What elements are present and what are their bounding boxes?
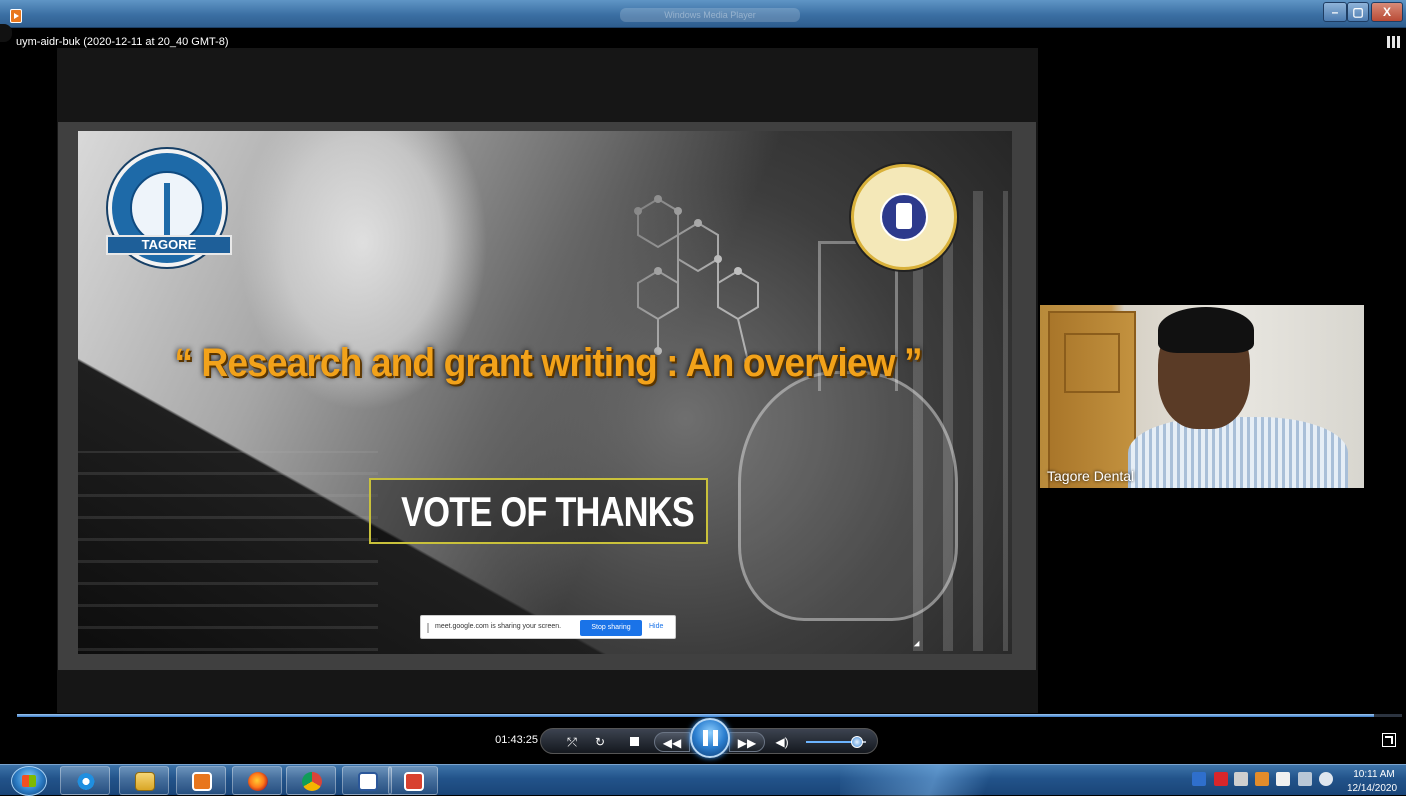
share-notice-text: meet.google.com is sharing your screen. [435,623,562,630]
stop-sharing-button[interactable]: Stop sharing [580,620,642,636]
file-explorer-icon[interactable] [119,766,169,795]
logo-left-band: TAGORE [106,235,232,255]
mute-button[interactable]: ◀) [771,732,793,752]
titlebar-edge-shadow [0,24,12,42]
pdf-reader-icon[interactable] [388,766,438,795]
participant-video-tile[interactable]: Tagore Dental [1040,305,1364,488]
firefox-icon[interactable] [232,766,282,795]
caduceus-emblem [130,171,204,245]
network-icon[interactable] [1298,772,1312,786]
chrome-icon[interactable] [286,766,336,795]
system-tray [1180,772,1340,790]
volume-fill [806,741,857,743]
microscope-emblem [880,193,928,241]
slide-subtitle: VOTE OF THANKS [401,488,695,535]
network-tool-icon[interactable] [1255,772,1269,786]
media-player-icon[interactable] [176,766,226,795]
hide-notice-button[interactable]: Hide [649,623,663,630]
language-bar-icon[interactable] [1192,772,1206,786]
taskbar-glare [840,765,1050,796]
clock-date[interactable]: 12/14/2020 [1340,783,1404,794]
input-method-icon[interactable] [1234,772,1248,786]
association-logo [851,164,957,270]
slide-title: “ Research and grant writing : An overvi… [174,341,922,385]
tagore-college-logo: TAGORE [106,149,232,267]
shuffle-button[interactable]: ⤱ [561,732,583,752]
pause-icon-right [713,730,718,746]
taskbar: 10:11 AM 12/14/2020 [0,764,1406,796]
participant-shirt [1128,417,1348,488]
action-center-flag-icon[interactable] [1276,772,1290,786]
media-player-app-icon [10,9,22,23]
pause-icon-left [703,730,708,746]
internet-explorer-icon[interactable] [60,766,110,795]
time-code: 01:43:25 [495,734,538,746]
fullscreen-icon[interactable] [1382,733,1396,747]
repeat-button[interactable]: ↻ [589,732,611,752]
next-button[interactable]: ▶▶ [729,732,765,752]
word-icon[interactable] [342,766,392,795]
participant-hair [1158,307,1254,353]
maximize-button[interactable]: ▢ [1347,2,1369,22]
window-title: Windows Media Player [620,8,800,22]
stop-icon [630,737,639,746]
switch-to-library-icon[interactable] [1387,36,1401,48]
volume-slider[interactable] [806,736,866,748]
presentation-slide: TAGORE “ Research and grant writing : An… [78,131,1012,654]
volume-icon[interactable] [1319,772,1333,786]
clock-time[interactable]: 10:11 AM [1344,769,1404,780]
seek-bar[interactable] [17,713,1402,717]
volume-knob[interactable] [851,736,863,748]
media-title: uym-aidr-buk (2020-12-11 at 20_40 GMT-8) [16,36,229,48]
window-titlebar[interactable]: Windows Media Player – ▢ X [0,0,1406,28]
vote-of-thanks-box: VOTE OF THANKS [369,478,708,544]
screen-share-notice: meet.google.com is sharing your screen. … [420,615,676,639]
drag-handle-icon[interactable] [427,623,429,633]
seek-bar-fill [17,714,1375,717]
shelf-rows-image [78,451,378,651]
door-background [1048,311,1136,488]
quick-heal-icon[interactable] [1214,772,1228,786]
pause-button[interactable] [690,718,730,758]
close-button[interactable]: X [1371,2,1403,22]
start-icon[interactable] [11,766,47,796]
previous-button[interactable]: ◀◀ [654,732,690,752]
participant-name: Tagore Dental [1047,468,1135,484]
stop-button[interactable] [625,732,645,752]
minimize-button[interactable]: – [1323,2,1347,22]
